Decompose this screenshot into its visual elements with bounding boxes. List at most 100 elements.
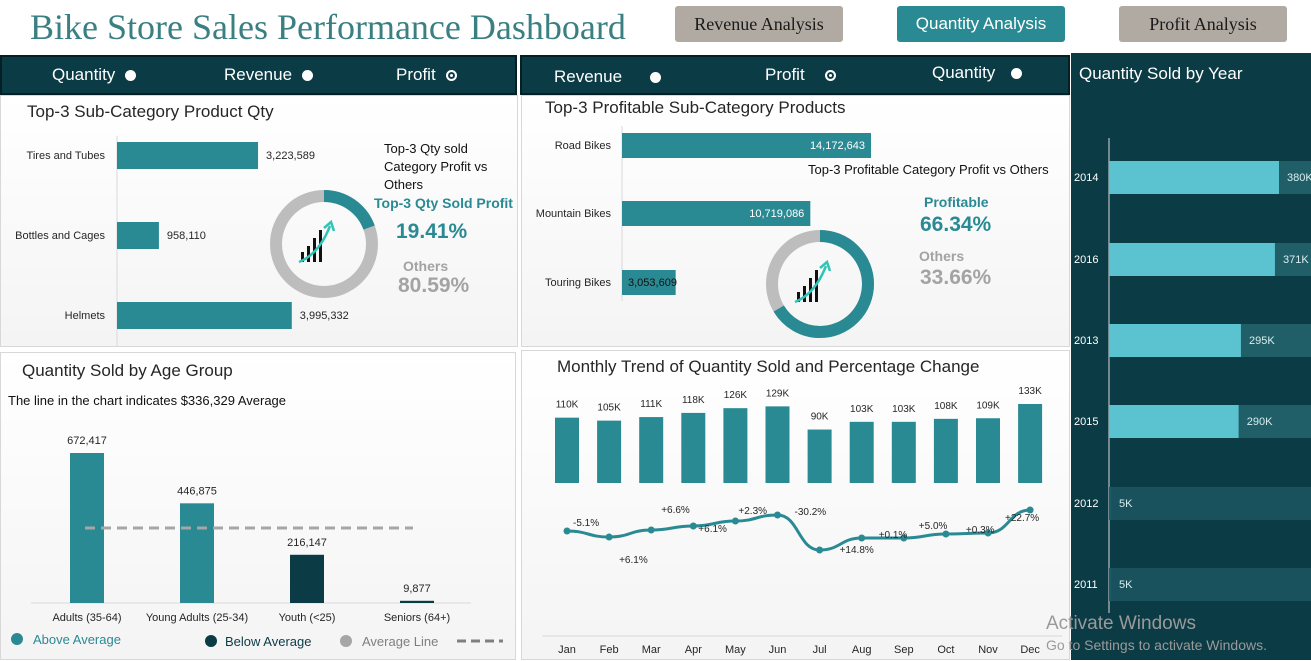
top3-profitable-donut-chart [766,230,874,338]
bar [117,222,159,249]
percentage-label: +5.0% [919,521,948,532]
data-label: 111K [640,399,662,410]
bar [891,421,916,483]
slicer-option-label: Quantity [52,65,116,84]
bar [1109,405,1239,438]
month-label: Dec [1020,644,1040,656]
radio-selected-icon[interactable] [445,69,457,81]
category-label: Bottles and Cages [15,230,105,242]
donut-other-label: Others [919,248,965,264]
line-point [647,526,655,534]
month-label: Sep [894,644,914,656]
bar [807,429,832,483]
slicer-option-label: Quantity [932,63,996,82]
percentage-label: +0.3% [966,525,995,536]
category-label: Road Bikes [555,140,612,152]
bar [933,418,958,483]
bar [681,412,706,483]
donut-caption: Top-3 Profitable Category Profit vs Othe… [808,162,1049,177]
radio-selected-icon[interactable] [824,69,836,81]
profit-analysis-button[interactable]: Profit Analysis [1119,6,1287,42]
activate-windows-hint: Go to Settings to activate Windows. [1046,637,1267,653]
radio-icon[interactable] [650,71,662,83]
slicer-option-revenue[interactable]: Revenue [554,67,662,87]
legend-label-average: Average Line [362,634,438,649]
mid-metric-slicer: Revenue Profit Quantity [520,55,1070,95]
month-label: Jan [558,644,576,656]
percentage-label: +6.1% [698,524,727,535]
bar [400,600,434,603]
bar [180,503,214,603]
slicer-option-label: Revenue [554,67,623,86]
revenue-analysis-button[interactable]: Revenue Analysis [675,6,843,42]
year-label: 2015 [1074,416,1098,428]
monthly-trend-panel: Monthly Trend of Quantity Sold and Perce… [521,350,1070,660]
month-label: Jun [769,644,787,656]
month-label: Jul [813,644,827,656]
line-point [774,511,781,519]
year-label: 2013 [1074,335,1098,347]
month-label: Apr [685,644,702,656]
year-label: 2011 [1074,579,1098,591]
data-label: 3,995,332 [300,310,349,322]
line-point [689,522,697,530]
month-label: Nov [978,644,998,656]
data-label: 958,110 [167,230,206,242]
legend-label-below: Below Average [225,634,312,649]
growth-chart-icon [307,246,310,262]
radio-icon[interactable] [125,69,137,81]
bar [723,408,748,483]
month-label: Mar [642,644,661,656]
data-label: 295K [1249,335,1275,347]
slicer-option-quantity[interactable]: Quantity [52,65,137,85]
slicer-option-profit[interactable]: Profit [765,65,836,85]
bar-track [1111,568,1311,601]
year-label: 2014 [1074,172,1098,184]
data-label: 129K [766,388,790,399]
data-label: 105K [597,403,621,414]
percentage-label: -5.1% [573,518,599,529]
legend-marker-average-icon [340,635,352,647]
bar [639,417,664,483]
radio-icon[interactable] [302,69,314,81]
data-label: 446,875 [177,485,217,497]
legend-marker-below-icon [205,635,217,647]
percentage-label: +14.8% [840,545,874,556]
data-label: 110K [556,400,579,411]
data-label: 3,223,589 [266,150,315,162]
age-group-bar-chart: 672,417 Adults (35-64) 446,875 Young Adults… [11,435,503,649]
data-label: 103K [892,404,916,415]
bar [290,554,324,603]
donut-caption: Top-3 Qty sold Category Profit vs Others [384,141,488,192]
bar [1109,243,1275,276]
bar [1109,487,1111,520]
percentage-label: +2.3% [738,506,767,517]
data-label: 672,417 [67,435,107,447]
donut-other-value: 80.59% [398,274,470,297]
donut-main-label: Profitable [924,194,989,210]
radio-icon[interactable] [1011,67,1023,79]
bar [555,417,579,483]
data-label: 380K [1287,172,1311,184]
monthly-trend-chart: 110K Jan 105K Feb 111K Mar 118K Apr 126K May 129K J… [542,386,1062,656]
slicer-option-quantity[interactable]: Quantity [932,63,1023,83]
slicer-option-profit[interactable]: Profit [396,65,457,85]
data-label: 103K [850,404,874,415]
category-label: Mountain Bikes [536,208,612,220]
data-label: 126K [724,390,748,401]
percentage-label: -30.2% [795,507,827,518]
quantity-analysis-button[interactable]: Quantity Analysis [897,6,1065,42]
data-label: 133K [1018,386,1042,397]
slicer-option-revenue[interactable]: Revenue [224,65,314,85]
data-label: 5K [1119,579,1133,591]
percentage-label: +6.6% [661,505,690,516]
data-label: 5K [1119,498,1133,510]
category-label: Young Adults (25-34) [146,612,248,624]
growth-chart-icon [803,286,806,302]
bar [976,418,1000,483]
bar [117,302,292,329]
bar-track [1111,487,1311,520]
bar [1018,404,1043,483]
percentage-label: +6.1% [619,555,648,566]
data-label: 90K [811,412,829,423]
